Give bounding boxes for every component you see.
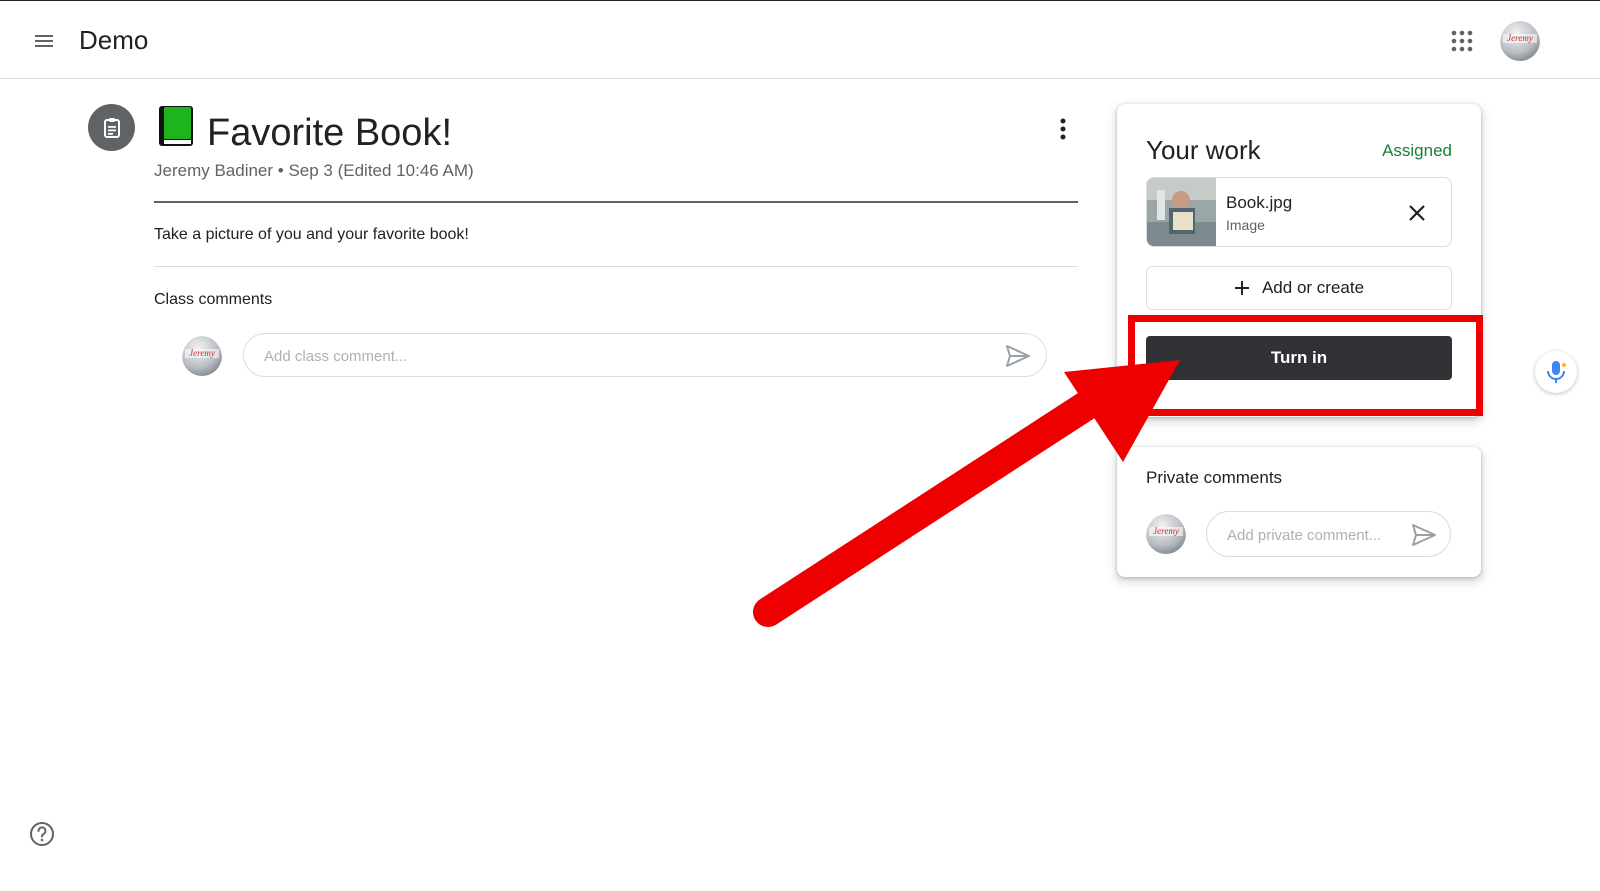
attachment-item[interactable]: Book.jpg Image	[1146, 177, 1452, 247]
more-vert-icon	[1060, 118, 1066, 140]
assignment-status: Assigned	[1382, 141, 1452, 160]
class-name-title[interactable]: Demo	[79, 23, 148, 57]
class-comments-heading: Class comments	[154, 291, 273, 308]
send-private-comment-button[interactable]	[1410, 521, 1438, 549]
top-app-bar: Demo Jeremy	[0, 0, 1600, 79]
your-work-heading: Your work	[1146, 135, 1261, 165]
svg-text:Jeremy: Jeremy	[1153, 526, 1179, 536]
close-icon	[1409, 205, 1425, 221]
assignment-title-text: Favorite Book!	[207, 111, 452, 154]
help-circle-icon	[30, 822, 54, 846]
comment-avatar: Jeremy	[182, 336, 222, 381]
title-divider	[154, 201, 1078, 203]
avatar-image: Jeremy	[1500, 21, 1540, 61]
class-comment-input[interactable]	[262, 334, 986, 378]
private-comments-card: Private comments Jeremy	[1117, 447, 1481, 577]
description-divider	[154, 266, 1078, 267]
add-or-create-button[interactable]: Add or create	[1146, 266, 1452, 310]
assignment-meta: Jeremy Badiner • Sep 3 (Edited 10:46 AM)	[154, 161, 474, 180]
private-comments-heading: Private comments	[1146, 468, 1283, 487]
attachment-type: Image	[1226, 217, 1265, 233]
main-menu-button[interactable]	[26, 23, 62, 59]
assignment-title: Favorite Book!	[157, 104, 452, 161]
send-icon	[1006, 345, 1030, 367]
private-comment-avatar: Jeremy	[1146, 514, 1186, 559]
plus-icon	[1234, 281, 1249, 295]
assignment-description: Take a picture of you and your favorite …	[154, 226, 469, 243]
svg-text:Jeremy: Jeremy	[189, 348, 215, 358]
send-class-comment-button[interactable]	[1004, 342, 1032, 370]
add-or-create-label: Add or create	[1261, 278, 1365, 297]
more-options-button[interactable]	[1049, 113, 1077, 145]
svg-text:Jeremy: Jeremy	[1507, 33, 1533, 43]
attachment-name[interactable]: Book.jpg	[1226, 192, 1292, 214]
private-comment-input[interactable]	[1225, 512, 1404, 558]
help-button[interactable]	[29, 821, 55, 847]
green-book-icon	[157, 104, 195, 161]
private-comment-box	[1206, 511, 1451, 558]
microphone-icon	[1547, 361, 1566, 383]
assignment-clipboard-icon	[103, 117, 120, 138]
remove-attachment-button[interactable]	[1403, 199, 1431, 227]
voice-input-button[interactable]	[1535, 351, 1577, 393]
google-apps-button[interactable]	[1444, 23, 1480, 59]
class-comment-box	[243, 333, 1047, 378]
annotation-highlight-box	[1128, 315, 1483, 416]
hamburger-menu-icon	[35, 35, 53, 47]
attachment-thumbnail	[1147, 178, 1216, 246]
account-avatar[interactable]: Jeremy	[1500, 21, 1540, 66]
send-icon	[1412, 524, 1436, 546]
google-apps-grid-icon	[1451, 30, 1473, 52]
assignment-icon-badge	[88, 104, 135, 151]
